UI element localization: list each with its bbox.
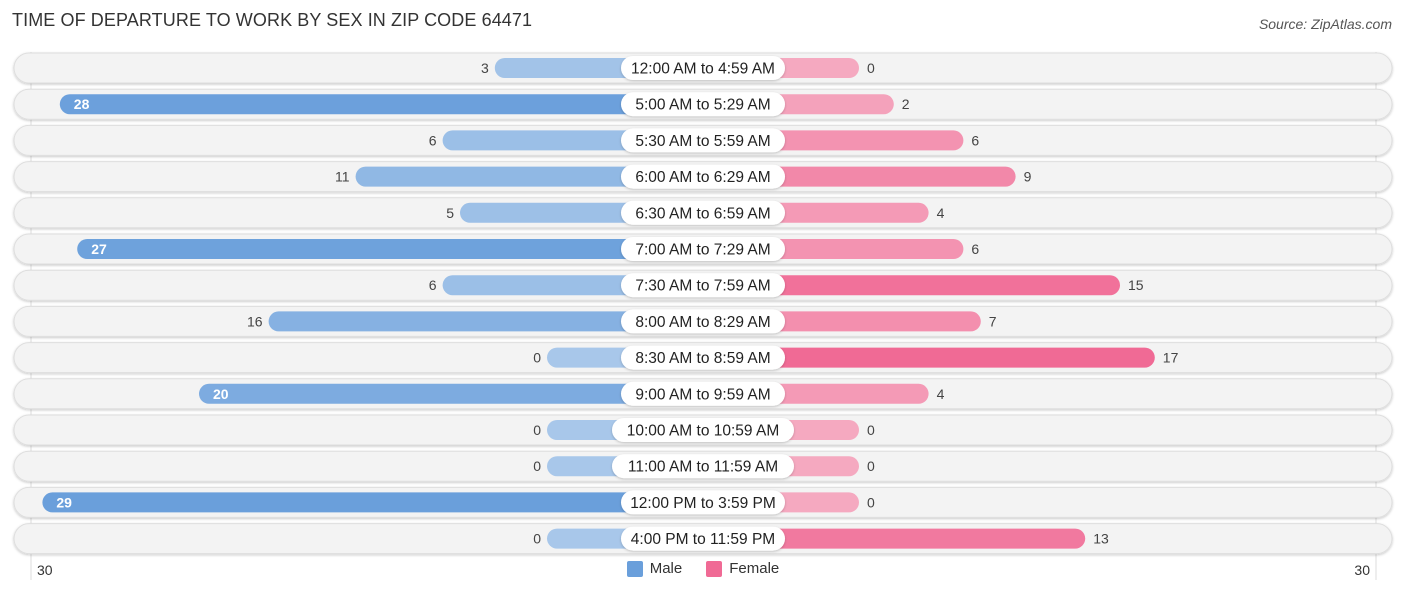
category-label: 8:30 AM to 8:59 AM [635, 350, 770, 367]
male-value-label: 16 [247, 313, 263, 329]
chart-row: 6 15 7:30 AM to 7:59 AM [13, 269, 1393, 301]
chart-row: 0 13 4:00 PM to 11:59 PM [13, 523, 1393, 555]
female-value-label: 0 [867, 422, 875, 438]
female-value-label: 0 [867, 494, 875, 510]
male-value-label: 0 [533, 422, 541, 438]
female-value-label: 4 [937, 205, 945, 221]
female-value-label: 17 [1163, 350, 1179, 366]
male-value-label: 0 [533, 458, 541, 474]
category-label: 7:00 AM to 7:29 AM [635, 242, 770, 259]
female-value-label: 9 [1024, 169, 1032, 185]
category-label: 8:00 AM to 8:29 AM [635, 314, 770, 331]
female-value-label: 4 [937, 386, 945, 402]
chart-row: 3 0 12:00 AM to 4:59 AM [13, 52, 1393, 84]
male-value-label: 6 [429, 132, 437, 148]
legend-swatch-female [706, 560, 723, 577]
legend-swatch-male [626, 560, 643, 577]
male-value-label: 0 [533, 531, 541, 547]
male-bar [77, 239, 703, 259]
chart-row: 0 0 10:00 AM to 10:59 AM [13, 414, 1393, 446]
category-label: 4:00 PM to 11:59 PM [631, 531, 775, 548]
category-label: 7:30 AM to 7:59 AM [635, 278, 770, 295]
male-value-label: 27 [91, 241, 107, 257]
male-value-label: 0 [533, 350, 541, 366]
category-label: 11:00 AM to 11:59 AM [628, 459, 778, 476]
female-value-label: 0 [867, 60, 875, 76]
butterfly-bar-chart: 3 0 12:00 AM to 4:59 AM 28 2 5:00 AM to 5:29 … [13, 52, 1393, 580]
female-value-label: 13 [1093, 531, 1109, 547]
legend-item-male: Male [626, 560, 683, 577]
category-label: 5:00 AM to 5:29 AM [635, 97, 770, 114]
chart-row: 27 6 7:00 AM to 7:29 AM [13, 233, 1393, 265]
chart-row: 0 0 11:00 AM to 11:59 AM [13, 450, 1393, 482]
male-value-label: 20 [213, 386, 229, 402]
male-bar [59, 94, 704, 115]
chart-row: 0 17 8:30 AM to 8:59 AM [13, 342, 1393, 374]
male-value-label: 29 [56, 494, 72, 510]
male-value-label: 11 [335, 169, 350, 185]
male-value-label: 5 [446, 205, 454, 221]
female-value-label: 0 [867, 458, 875, 474]
male-value-label: 6 [429, 277, 437, 293]
female-value-label: 7 [989, 313, 997, 329]
chart-row: 16 7 8:00 AM to 8:29 AM [13, 305, 1393, 337]
female-value-label: 15 [1128, 277, 1144, 293]
legend-label-female: Female [729, 560, 780, 577]
chart-row: 6 6 5:30 AM to 5:59 AM [13, 124, 1393, 156]
male-value-label: 28 [74, 96, 90, 112]
category-label: 6:00 AM to 6:29 AM [635, 169, 770, 186]
female-value-label: 6 [971, 241, 979, 257]
legend: Male Female [0, 560, 1406, 577]
category-label: 12:00 PM to 3:59 PM [630, 495, 776, 512]
legend-item-female: Female [706, 560, 779, 577]
chart-row: 11 9 6:00 AM to 6:29 AM [13, 161, 1393, 193]
male-bar [42, 492, 703, 513]
legend-label-male: Male [649, 560, 683, 577]
chart-row: 29 0 12:00 PM to 3:59 PM [13, 486, 1393, 518]
category-label: 10:00 AM to 10:59 AM [627, 423, 780, 440]
category-label: 5:30 AM to 5:59 AM [635, 133, 770, 150]
category-label: 9:00 AM to 9:59 AM [635, 386, 770, 403]
chart-row: 5 4 6:30 AM to 6:59 AM [13, 197, 1393, 229]
female-value-label: 6 [971, 132, 979, 148]
category-label: 12:00 AM to 4:59 AM [631, 61, 775, 78]
category-label: 6:30 AM to 6:59 AM [635, 205, 770, 222]
chart-row: 28 2 5:00 AM to 5:29 AM [13, 88, 1393, 120]
female-value-label: 2 [902, 96, 910, 112]
chart-row: 20 4 9:00 AM to 9:59 AM [13, 378, 1393, 410]
male-value-label: 3 [481, 60, 489, 76]
